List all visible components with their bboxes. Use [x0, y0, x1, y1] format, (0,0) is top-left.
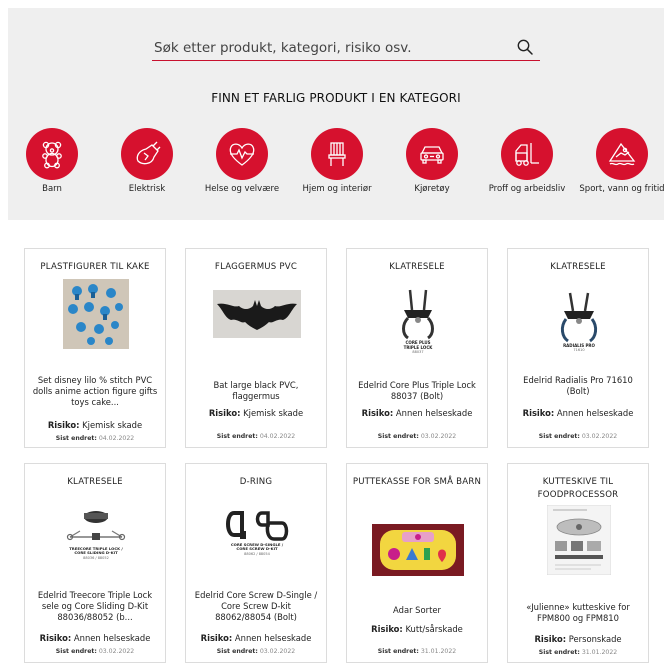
category-label: Hjem og interiør — [302, 184, 372, 194]
product-description: «Julienne» kutteskive for FPM800 og FPM8… — [526, 602, 630, 623]
product-title: PLASTFIGURER TIL KAKE — [40, 262, 150, 272]
product-updated: Sist endret: 31.01.2022 — [538, 649, 618, 656]
product-risk: Risiko: Personskade — [534, 634, 622, 644]
category-hjem[interactable]: Hjem og interiør — [289, 128, 385, 194]
category-heading: FINN ET FARLIG PRODUKT I EN KATEGORI — [211, 91, 461, 105]
product-updated: Sist endret: 03.02.2022 — [55, 648, 135, 655]
tree-harness-image: TREECORE TRIPLE LOCK / CORE SLIDING D-KI… — [41, 502, 151, 564]
category-barn[interactable]: Barn — [4, 128, 100, 194]
product-description: Edelrid Radialis Pro 71610 (Bolt) — [523, 375, 633, 396]
product-card[interactable]: KLATRESELE TREECORE TRIPLE LOCK / CORE S… — [24, 463, 166, 663]
search-icon[interactable] — [516, 38, 534, 56]
product-title: KLATRESELE — [550, 262, 606, 272]
product-description: Edelrid Core Screw D-Single / Core Screw… — [194, 590, 318, 622]
product-updated: Sist endret: 03.02.2022 — [216, 648, 296, 655]
product-updated: Sist endret: 03.02.2022 — [377, 433, 457, 440]
product-card[interactable]: KLATRESELE CORE PLUS TRIPLE LOCK 88037 E… — [346, 248, 488, 448]
chair-icon — [311, 128, 363, 180]
product-title: FLAGGERMUS PVC — [214, 262, 298, 272]
image-caption: TREECORE TRIPLE LOCK / CORE SLIDING D-KI… — [69, 545, 123, 555]
product-card[interactable]: KLATRESELE RADIALIS PRO 71610 Edelrid Ra… — [507, 248, 649, 448]
product-card[interactable]: KUTTESKIVE TIL FOODPROCESSOR «Julienne» … — [507, 463, 649, 663]
product-card[interactable]: D-RING CORE SCREW D-SINGLE / CORE SCREW … — [185, 463, 327, 663]
d-ring-image: CORE SCREW D-SINGLE / CORE SCREW D-KIT 8… — [202, 500, 312, 564]
image-caption: CORE SCREW D-SINGLE / CORE SCREW D-KIT — [230, 541, 284, 551]
category-kjoretoy[interactable]: Kjøretøy — [384, 128, 480, 194]
category-proff[interactable]: Proff og arbeidsliv — [479, 128, 575, 194]
forklift-icon — [501, 128, 553, 180]
harness-image: RADIALIS PRO 71610 — [524, 281, 634, 361]
product-title: KLATRESELE — [389, 262, 445, 272]
teddy-bear-icon — [26, 128, 78, 180]
search-input[interactable] — [154, 38, 494, 58]
product-risk: Risiko: Annen helseskade — [522, 408, 634, 418]
category-label: Sport, vann og fritid — [579, 184, 665, 194]
car-icon — [406, 128, 458, 180]
product-title: D-RING — [239, 477, 273, 487]
product-risk: Risiko: Annen helseskade — [200, 633, 312, 643]
product-risk: Risiko: Kutt/sårskade — [371, 624, 463, 634]
image-caption-code: 88062 / 88054 — [244, 551, 270, 556]
image-caption-code: 71610 — [573, 347, 585, 352]
product-description: Bat large black PVC, flaggermus — [213, 380, 299, 401]
product-risk: Risiko: Annen helseskade — [39, 633, 151, 643]
product-title: KLATRESELE — [67, 477, 123, 487]
power-plug-icon — [121, 128, 173, 180]
product-title: KUTTESKIVE TIL FOODPROCESSOR — [537, 477, 619, 500]
category-label: Elektrisk — [128, 184, 166, 194]
category-label: Kjøretøy — [414, 184, 450, 194]
cutting-disc-image — [524, 504, 634, 576]
product-card[interactable]: FLAGGERMUS PVC Bat large black PVC, flag… — [185, 248, 327, 448]
product-description: Edelrid Core Plus Triple Lock 88037 (Bol… — [358, 380, 476, 401]
product-card[interactable]: PUTTEKASSE FOR SMÅ BARN Adar Sorter Risi… — [346, 463, 488, 663]
category-label: Barn — [42, 184, 62, 194]
sports-icon — [596, 128, 648, 180]
shape-sorter-image — [363, 522, 473, 578]
product-risk: Risiko: Kjemisk skade — [47, 420, 143, 430]
image-caption-code: 88036 / 88052 — [83, 555, 109, 560]
stitch-figures-image — [41, 279, 151, 349]
heart-pulse-icon — [216, 128, 268, 180]
harness-image: CORE PLUS TRIPLE LOCK 88037 — [363, 281, 473, 361]
category-elektrisk[interactable]: Elektrisk — [99, 128, 195, 194]
category-label: Proff og arbeidsliv — [488, 184, 566, 194]
search-bar[interactable] — [152, 38, 540, 61]
product-updated: Sist endret: 03.02.2022 — [538, 433, 618, 440]
product-description: Edelrid Treecore Triple Lock sele og Cor… — [37, 590, 153, 622]
category-sport[interactable]: Sport, vann og fritid — [574, 128, 670, 194]
image-caption: CORE PLUS TRIPLE LOCK — [403, 340, 433, 350]
product-updated: Sist endret: 04.02.2022 — [216, 433, 296, 440]
product-updated: Sist endret: 31.01.2022 — [377, 648, 457, 655]
image-caption-code: 88037 — [412, 350, 424, 354]
category-helse[interactable]: Helse og velvære — [194, 128, 290, 194]
product-risk: Risiko: Annen helseskade — [361, 408, 473, 418]
search-panel: FINN ET FARLIG PRODUKT I EN KATEGORI Bar… — [8, 8, 665, 220]
product-description: Set disney lilo % stitch PVC dolls anime… — [32, 375, 158, 407]
product-title: PUTTEKASSE FOR SMÅ BARN — [352, 477, 482, 487]
product-card[interactable]: PLASTFIGURER TIL KAKE Set disney lilo % … — [24, 248, 166, 448]
category-label: Helse og velvære — [204, 184, 280, 194]
bat-image — [202, 289, 312, 339]
product-description: Adar Sorter — [393, 605, 441, 615]
product-risk: Risiko: Kjemisk skade — [208, 408, 304, 418]
product-updated: Sist endret: 04.02.2022 — [55, 435, 135, 442]
